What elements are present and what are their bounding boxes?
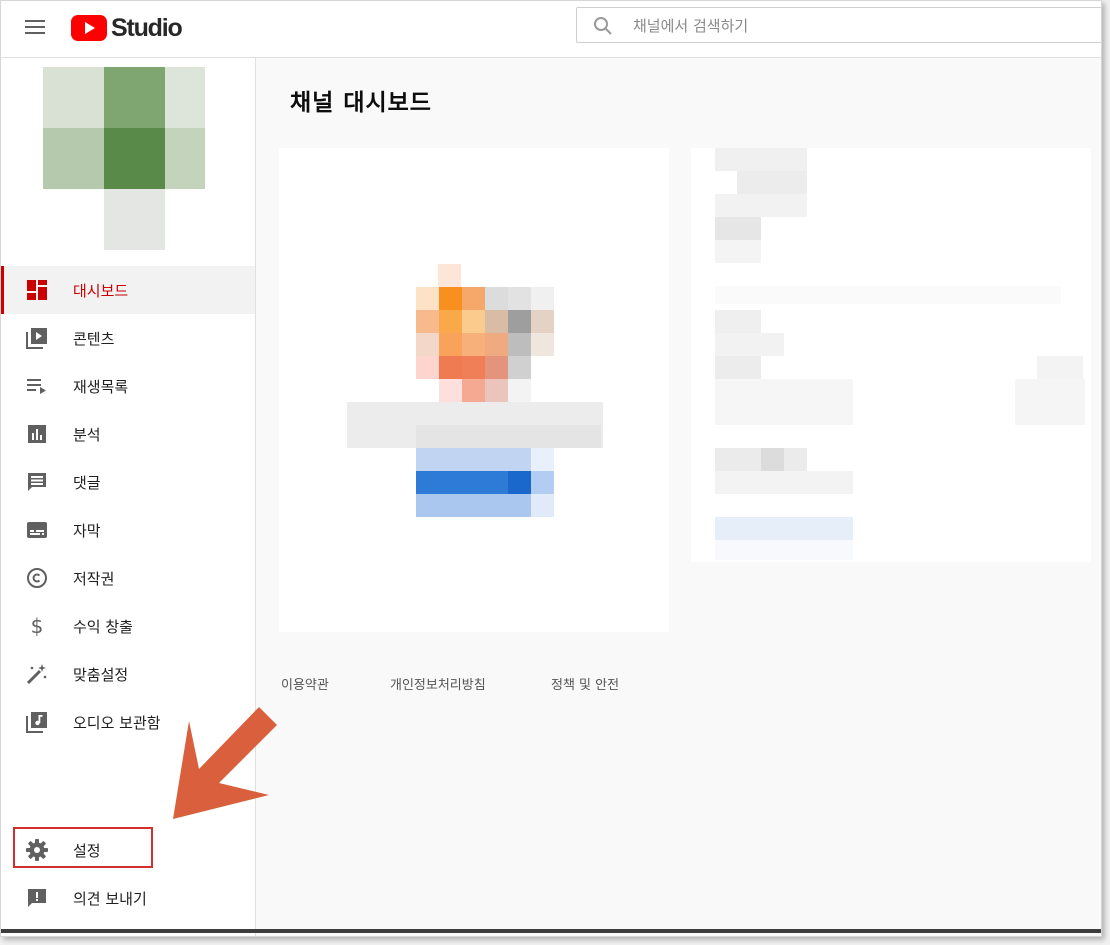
sidebar-item-customization[interactable]: 맞춤설정	[1, 650, 255, 698]
sidebar-item-feedback[interactable]: 의견 보내기	[1, 874, 255, 922]
policy-safety-link[interactable]: 정책 및 안전	[551, 674, 619, 693]
comment-icon	[28, 473, 46, 491]
channel-avatar[interactable]	[43, 67, 205, 250]
sidebar-item-label: 대시보드	[73, 281, 129, 300]
feedback-icon	[28, 889, 46, 907]
svg-text:$: $	[31, 614, 44, 638]
sidebar-item-label: 오디오 보관함	[73, 713, 161, 732]
video-library-icon	[26, 328, 47, 349]
sidebar-item-label: 의견 보내기	[73, 889, 147, 908]
studio-logo[interactable]: Studio	[71, 13, 183, 43]
sidebar-item-label: 댓글	[73, 473, 101, 492]
dashboard-icon	[27, 280, 47, 300]
top-header: Studio	[1, 1, 1101, 58]
search-input[interactable]	[631, 12, 1075, 40]
sidebar-item-label: 콘텐츠	[73, 329, 115, 348]
playlist-icon	[27, 379, 46, 394]
dollar-icon: $	[31, 614, 44, 638]
terms-link[interactable]: 이용약관	[281, 674, 329, 693]
analytics-card	[691, 148, 1091, 562]
logo-text: Studio	[111, 13, 183, 42]
sidebar-item-content[interactable]: 콘텐츠	[1, 314, 255, 362]
sidebar-item-copyright[interactable]: 저작권	[1, 554, 255, 602]
sidebar-item-comments[interactable]: 댓글	[1, 458, 255, 506]
subtitles-icon	[27, 522, 47, 538]
search-box[interactable]	[576, 7, 1101, 43]
sidebar-item-playlists[interactable]: 재생목록	[1, 362, 255, 410]
sidebar-item-label: 분석	[73, 425, 101, 444]
sidebar-item-dashboard[interactable]: 대시보드	[1, 266, 255, 314]
annotation-arrow-icon	[173, 707, 277, 819]
sidebar-item-monetization[interactable]: $ 수익 창출	[1, 602, 255, 650]
copyright-icon	[27, 568, 47, 588]
sidebar-item-label: 재생목록	[73, 377, 129, 396]
analytics-icon	[28, 425, 46, 443]
app-window: Studio 대시보드	[0, 0, 1102, 937]
main-content: 채널 대시보드 이용약관 개인정보처리방침 정책 및 안전	[257, 58, 1101, 936]
magic-wand-icon	[26, 664, 47, 685]
sidebar-item-label: 수익 창출	[73, 617, 133, 636]
search-icon	[594, 17, 612, 35]
youtube-play-icon	[71, 15, 107, 41]
sidebar-item-subtitles[interactable]: 자막	[1, 506, 255, 554]
upload-card	[279, 148, 669, 632]
audio-library-icon	[26, 712, 47, 733]
settings-highlight-box	[13, 827, 153, 868]
bottom-scrollbar	[1, 929, 1101, 933]
privacy-link[interactable]: 개인정보처리방침	[390, 674, 486, 693]
sidebar-item-analytics[interactable]: 분석	[1, 410, 255, 458]
sidebar-item-label: 저작권	[73, 569, 115, 588]
page-title: 채널 대시보드	[290, 90, 432, 116]
sidebar-item-label: 자막	[73, 521, 101, 540]
hamburger-menu-icon[interactable]	[25, 18, 47, 36]
sidebar-item-label: 맞춤설정	[73, 665, 129, 684]
